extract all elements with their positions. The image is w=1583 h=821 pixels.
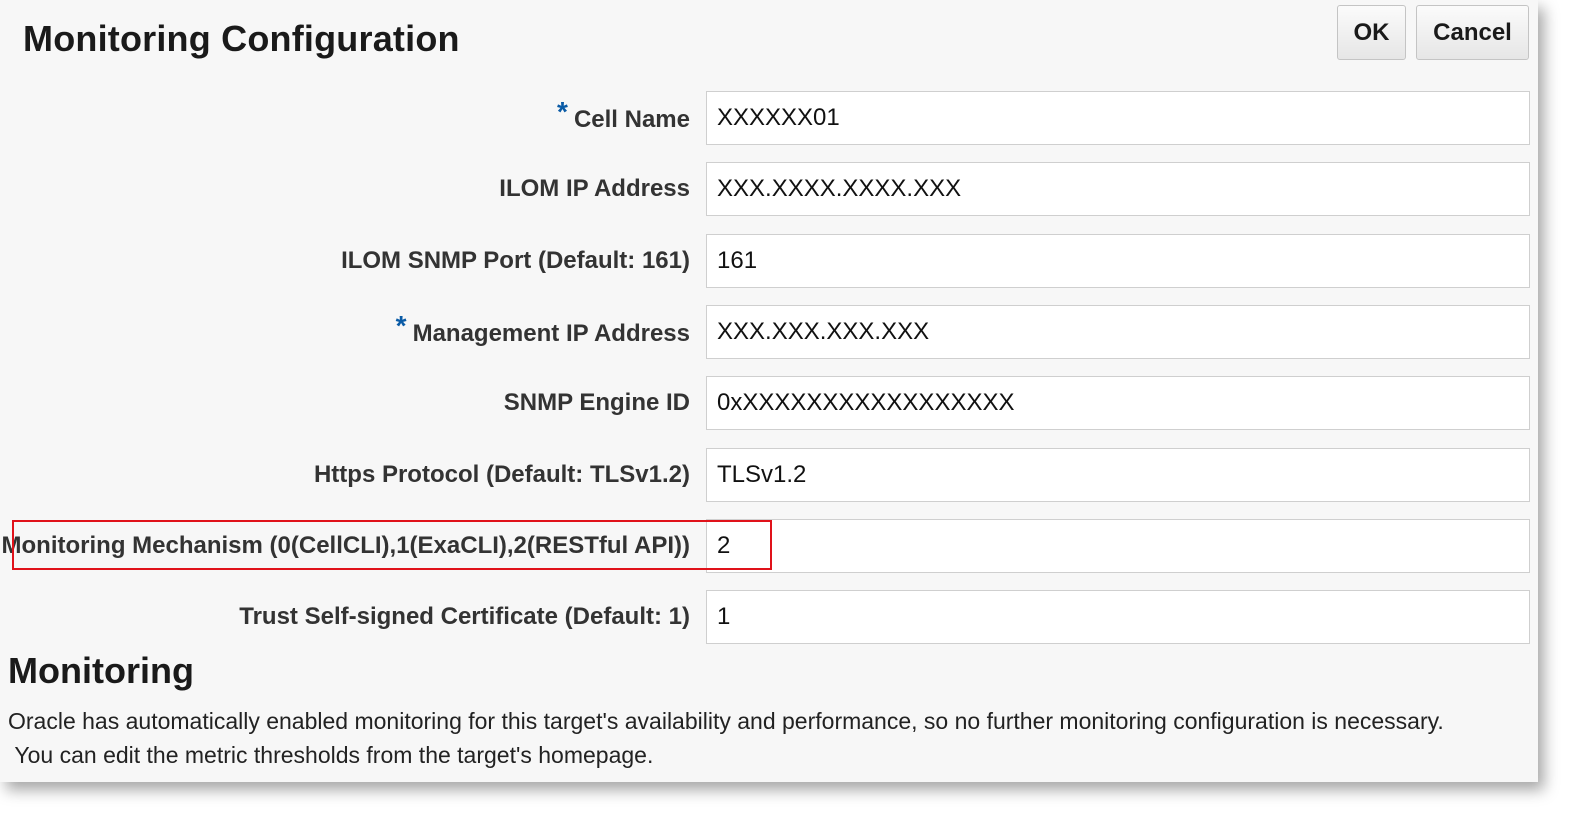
- form-row-monitoring-mechanism: Monitoring Mechanism (0(CellCLI),1(ExaCL…: [0, 518, 1538, 574]
- monitoring-description-line1: Oracle has automatically enabled monitor…: [8, 708, 1444, 734]
- form-row-management-ip-address: * Management IP Address: [0, 304, 1538, 360]
- management-ip-address-label-text: Management IP Address: [412, 320, 690, 347]
- cell-name-input[interactable]: [706, 91, 1530, 145]
- ilom-snmp-port-input[interactable]: [706, 234, 1530, 288]
- monitoring-configuration-panel: Monitoring Configuration OK Cancel * Cell…: [0, 0, 1538, 782]
- trust-self-signed-certificate-label: Trust Self-signed Certificate (Default: …: [239, 603, 690, 630]
- form-row-trust-self-signed-certificate: Trust Self-signed Certificate (Default: …: [0, 589, 1538, 645]
- management-ip-address-label: * Management IP Address: [396, 304, 690, 360]
- monitoring-section-title: Monitoring: [8, 650, 194, 691]
- form-row-https-protocol: Https Protocol (Default: TLSv1.2): [0, 447, 1538, 503]
- form-row-snmp-engine-id: SNMP Engine ID: [0, 375, 1538, 431]
- snmp-engine-id-input[interactable]: [706, 376, 1530, 430]
- ilom-ip-address-input[interactable]: [706, 162, 1530, 216]
- ilom-snmp-port-label: ILOM SNMP Port (Default: 161): [341, 247, 690, 274]
- trust-self-signed-certificate-input[interactable]: [706, 590, 1530, 644]
- form-row-ilom-ip-address: ILOM IP Address: [0, 161, 1538, 217]
- page-title: Monitoring Configuration: [23, 18, 460, 59]
- cell-name-label: * Cell Name: [557, 90, 690, 146]
- required-marker: *: [557, 96, 568, 127]
- form-row-ilom-snmp-port: ILOM SNMP Port (Default: 161): [0, 233, 1538, 289]
- snmp-engine-id-label: SNMP Engine ID: [503, 389, 690, 416]
- https-protocol-input[interactable]: [706, 448, 1530, 502]
- cell-name-label-text: Cell Name: [573, 106, 690, 133]
- ilom-ip-address-label: ILOM IP Address: [499, 175, 690, 202]
- monitoring-description-line2: You can edit the metric thresholds from …: [14, 742, 654, 768]
- cancel-button[interactable]: Cancel: [1416, 5, 1529, 60]
- https-protocol-label: Https Protocol (Default: TLSv1.2): [313, 461, 690, 488]
- monitoring-mechanism-label: Monitoring Mechanism (0(CellCLI),1(ExaCL…: [1, 532, 690, 559]
- monitoring-description: Oracle has automatically enabled monitor…: [8, 704, 1528, 772]
- required-marker: *: [395, 310, 407, 341]
- monitoring-mechanism-input[interactable]: [706, 519, 1530, 573]
- form-row-cell-name: * Cell Name: [0, 90, 1538, 146]
- ok-button[interactable]: OK: [1337, 5, 1406, 60]
- management-ip-address-input[interactable]: [706, 305, 1530, 359]
